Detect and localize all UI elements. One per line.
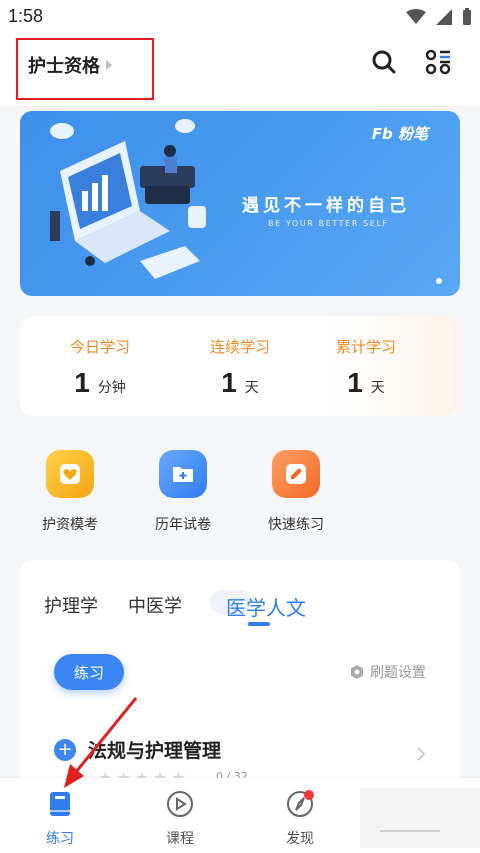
caret-right-icon: [106, 60, 112, 70]
tabbar-courses[interactable]: 课程: [140, 790, 220, 848]
signal-icon: [436, 9, 452, 25]
stat-value: 1: [74, 367, 90, 398]
carousel-indicator: [436, 278, 442, 284]
practice-button[interactable]: 练习: [54, 654, 124, 690]
shortcut-label: 快速练习: [268, 517, 324, 533]
stat-total: 累计学习 1 天: [306, 336, 426, 399]
stat-today: 今日学习 1 分钟: [40, 336, 160, 399]
practice-card: 护理学 中医学 医学人文 练习 刷题设置 + 法规与护理管理 ★ ★ ★ ★ ★…: [20, 560, 460, 790]
exam-selector[interactable]: 护士资格: [16, 38, 154, 100]
notification-dot: [304, 790, 314, 800]
tabbar-discover[interactable]: 发现: [260, 790, 340, 848]
tabbar-label: 课程: [166, 831, 194, 847]
shortcut-past-papers[interactable]: 历年试卷: [138, 450, 228, 534]
promo-banner[interactable]: Fb 粉笔 遇见不一样的自己 BE YOUR BETTER SELF: [20, 111, 460, 296]
stat-title: 今日学习: [69, 338, 130, 356]
tab-tcm[interactable]: 中医学: [128, 592, 182, 618]
search-icon[interactable]: [370, 48, 398, 76]
stat-unit: 天: [244, 380, 259, 396]
heart-badge-icon: [46, 450, 94, 498]
tabbar-label: 练习: [46, 831, 74, 847]
wifi-icon: [406, 9, 426, 24]
exam-name: 护士资格: [28, 56, 100, 77]
pencil-icon: [272, 450, 320, 498]
stat-value: 1: [221, 367, 237, 398]
study-stats-card: 今日学习 1 分钟 连续学习 1 天 累计学习 1 天: [20, 316, 460, 416]
tab-nursing[interactable]: 护理学: [44, 592, 98, 618]
stat-streak: 连续学习 1 天: [180, 336, 300, 399]
play-circle-icon: [167, 791, 193, 817]
practice-settings[interactable]: 刷题设置: [350, 662, 426, 682]
stat-unit: 天: [370, 380, 385, 396]
stat-title: 累计学习: [335, 338, 396, 356]
stat-unit: 分钟: [97, 380, 126, 396]
tabbar-label: 发现: [286, 831, 314, 847]
status-time: 1:58: [8, 6, 44, 26]
settings-label: 刷题设置: [370, 665, 426, 681]
tab-medical-humanities[interactable]: 医学人文: [226, 592, 306, 621]
shortcut-mock-exam[interactable]: 护资模考: [25, 450, 115, 534]
chapter-item[interactable]: + 法规与护理管理: [54, 736, 221, 763]
brand-logo: Fb 粉笔: [371, 125, 428, 143]
bottom-tab-bar: 练习 课程 发现: [0, 778, 480, 853]
apps-menu-icon[interactable]: [424, 48, 452, 76]
book-icon: [50, 792, 70, 816]
status-bar: 1:58: [0, 0, 480, 34]
settings-icon: [351, 665, 363, 679]
banner-slogan: 遇见不一样的自己: [242, 196, 410, 216]
active-tab-indicator: [248, 622, 270, 626]
shortcut-quick-practice[interactable]: 快速练习: [251, 450, 341, 534]
battery-icon: [463, 8, 471, 25]
shortcut-label: 历年试卷: [155, 517, 211, 533]
tabbar-practice[interactable]: 练习: [20, 790, 100, 848]
faded-tab-placeholder: [360, 788, 480, 848]
chevron-right-icon[interactable]: [416, 746, 426, 762]
banner-slogan-en: BE YOUR BETTER SELF: [268, 219, 389, 228]
header: 护士资格: [0, 34, 480, 106]
faded-divider: [380, 830, 440, 832]
shortcut-label: 护资模考: [42, 517, 98, 533]
status-icons: [406, 8, 472, 26]
banner-illustration: [50, 119, 206, 279]
chapter-title: 法规与护理管理: [88, 740, 222, 762]
stat-value: 1: [347, 367, 363, 398]
folder-plus-icon: [159, 450, 207, 498]
expand-plus-icon[interactable]: +: [54, 738, 76, 761]
stat-title: 连续学习: [209, 338, 270, 356]
